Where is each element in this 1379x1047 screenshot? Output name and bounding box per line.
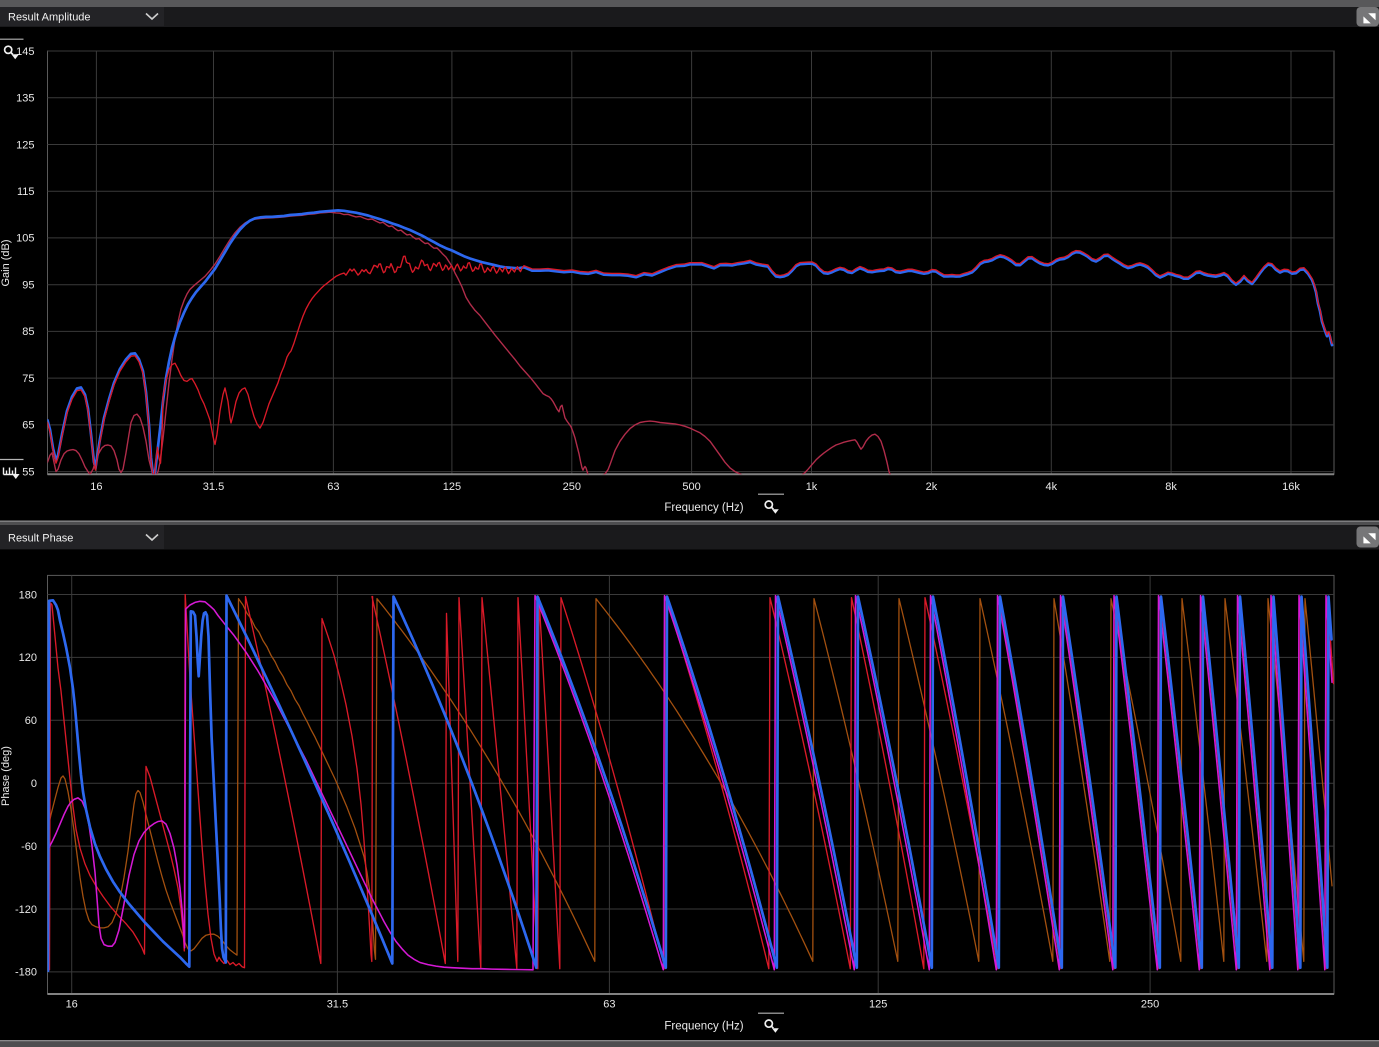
svg-text:95: 95 <box>22 280 34 292</box>
svg-text:Phase (deg): Phase (deg) <box>0 746 12 806</box>
svg-text:Gain (dB): Gain (dB) <box>0 239 12 286</box>
svg-text:16: 16 <box>90 481 102 493</box>
svg-text:125: 125 <box>443 481 461 493</box>
svg-text:-60: -60 <box>21 841 37 853</box>
svg-text:63: 63 <box>603 999 615 1011</box>
svg-text:60: 60 <box>25 715 37 727</box>
svg-text:16: 16 <box>66 999 78 1011</box>
svg-text:145: 145 <box>16 46 34 58</box>
svg-text:65: 65 <box>22 420 34 432</box>
svg-text:55: 55 <box>22 466 34 478</box>
svg-text:105: 105 <box>16 233 34 245</box>
svg-text:125: 125 <box>16 139 34 151</box>
svg-text:250: 250 <box>1141 999 1159 1011</box>
svg-text:85: 85 <box>22 326 34 338</box>
svg-text:500: 500 <box>682 481 700 493</box>
svg-text:1k: 1k <box>806 481 818 493</box>
svg-text:63: 63 <box>327 481 339 493</box>
svg-text:Frequency (Hz): Frequency (Hz) <box>664 1021 743 1033</box>
svg-text:31.5: 31.5 <box>327 999 348 1011</box>
svg-text:125: 125 <box>869 999 887 1011</box>
svg-text:Result Amplitude: Result Amplitude <box>8 12 91 24</box>
svg-text:Frequency (Hz): Frequency (Hz) <box>664 502 743 514</box>
svg-text:2k: 2k <box>926 481 938 493</box>
svg-text:120: 120 <box>19 652 37 664</box>
svg-text:135: 135 <box>16 93 34 105</box>
svg-text:8k: 8k <box>1165 481 1177 493</box>
svg-text:16k: 16k <box>1282 481 1300 493</box>
svg-text:-120: -120 <box>15 904 37 916</box>
svg-text:4k: 4k <box>1045 481 1057 493</box>
svg-text:-180: -180 <box>15 967 37 979</box>
svg-text:250: 250 <box>563 481 581 493</box>
svg-text:31.5: 31.5 <box>203 481 224 493</box>
svg-text:75: 75 <box>22 373 34 385</box>
svg-text:Result Phase: Result Phase <box>8 533 73 545</box>
svg-text:115: 115 <box>17 186 35 198</box>
svg-text:0: 0 <box>31 778 37 790</box>
svg-text:180: 180 <box>19 589 37 601</box>
